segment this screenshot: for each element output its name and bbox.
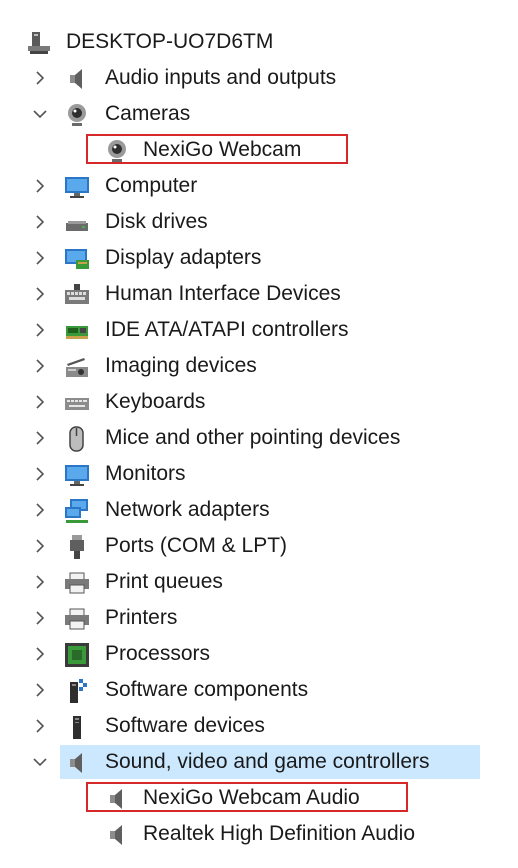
category-sound-video-game-controllers[interactable]: Sound, video and game controllers [0,744,518,780]
device-realtek-hd-audio[interactable]: Realtek High Definition Audio [0,816,518,852]
printer-icon [64,606,90,632]
category-label: Software components [105,678,309,701]
disk-drive-icon [64,210,90,236]
category-label: Human Interface Devices [105,282,341,305]
scanner-icon [64,354,90,380]
category-processors[interactable]: Processors [0,636,518,672]
category-label: Audio inputs and outputs [105,66,337,89]
chevron-right-icon[interactable] [30,320,50,340]
device-nexigo-webcam-audio[interactable]: NexiGo Webcam Audio [0,780,518,816]
category-label: Sound, video and game controllers [105,750,430,773]
device-label: Realtek High Definition Audio [143,822,415,845]
software-component-icon [64,678,90,704]
webcam-icon [64,102,90,128]
category-label: Print queues [105,570,223,593]
category-label: Disk drives [105,210,208,233]
chevron-right-icon[interactable] [30,212,50,232]
category-print-queues[interactable]: Print queues [0,564,518,600]
monitor-icon [64,462,90,488]
chevron-right-icon[interactable] [30,536,50,556]
chevron-right-icon[interactable] [30,680,50,700]
category-ports-com-lpt[interactable]: Ports (COM & LPT) [0,528,518,564]
chevron-right-icon[interactable] [30,356,50,376]
category-label: Keyboards [105,390,206,413]
chevron-right-icon[interactable] [30,68,50,88]
category-display-adapters[interactable]: Display adapters [0,240,518,276]
category-label: Software devices [105,714,265,737]
category-label: IDE ATA/ATAPI controllers [105,318,349,341]
printer-icon [64,570,90,596]
category-label: Network adapters [105,498,270,521]
software-device-icon [64,714,90,740]
category-label: Printers [105,606,178,629]
display-adapter-icon [64,246,90,272]
category-label: Imaging devices [105,354,257,377]
chevron-right-icon[interactable] [30,716,50,736]
category-imaging-devices[interactable]: Imaging devices [0,348,518,384]
chevron-down-icon[interactable] [30,752,50,772]
monitor-icon [64,174,90,200]
speaker-icon [64,66,90,92]
computer-tower-icon [26,30,52,56]
category-software-devices[interactable]: Software devices [0,708,518,744]
category-keyboards[interactable]: Keyboards [0,384,518,420]
device-tree: DESKTOP-UO7D6TM Audio inputs and outputs… [0,24,518,852]
category-label: Display adapters [105,246,262,269]
tree-root[interactable]: DESKTOP-UO7D6TM [0,24,518,60]
category-printers[interactable]: Printers [0,600,518,636]
tree-root-label: DESKTOP-UO7D6TM [66,30,274,53]
chevron-right-icon[interactable] [30,248,50,268]
chevron-right-icon[interactable] [30,176,50,196]
chevron-right-icon[interactable] [30,392,50,412]
network-adapter-icon [64,498,90,524]
chevron-right-icon[interactable] [30,608,50,628]
device-label: NexiGo Webcam [143,138,302,161]
category-software-components[interactable]: Software components [0,672,518,708]
chevron-right-icon[interactable] [30,572,50,592]
category-network-adapters[interactable]: Network adapters [0,492,518,528]
ide-controller-icon [64,318,90,344]
category-label: Monitors [105,462,186,485]
chevron-down-icon[interactable] [30,104,50,124]
category-computer[interactable]: Computer [0,168,518,204]
category-label: Cameras [105,102,191,125]
category-label: Processors [105,642,211,665]
mouse-icon [64,426,90,452]
keyboard-icon [64,390,90,416]
category-ide-ata-atapi-controllers[interactable]: IDE ATA/ATAPI controllers [0,312,518,348]
chevron-right-icon[interactable] [30,644,50,664]
category-label: Computer [105,174,198,197]
speaker-icon [64,750,90,776]
category-label: Mice and other pointing devices [105,426,401,449]
device-nexigo-webcam[interactable]: NexiGo Webcam [0,132,518,168]
chevron-right-icon[interactable] [30,464,50,484]
speaker-icon [104,822,130,848]
chevron-right-icon[interactable] [30,428,50,448]
hid-keyboard-icon [64,282,90,308]
chevron-right-icon[interactable] [30,284,50,304]
category-monitors[interactable]: Monitors [0,456,518,492]
category-label: Ports (COM & LPT) [105,534,288,557]
category-mice-pointing-devices[interactable]: Mice and other pointing devices [0,420,518,456]
category-audio-inputs-outputs[interactable]: Audio inputs and outputs [0,60,518,96]
processor-chip-icon [64,642,90,668]
category-disk-drives[interactable]: Disk drives [0,204,518,240]
speaker-icon [104,786,130,812]
port-connector-icon [64,534,90,560]
category-cameras[interactable]: Cameras [0,96,518,132]
chevron-right-icon[interactable] [30,500,50,520]
category-human-interface-devices[interactable]: Human Interface Devices [0,276,518,312]
device-label: NexiGo Webcam Audio [143,786,360,809]
webcam-icon [104,138,130,164]
